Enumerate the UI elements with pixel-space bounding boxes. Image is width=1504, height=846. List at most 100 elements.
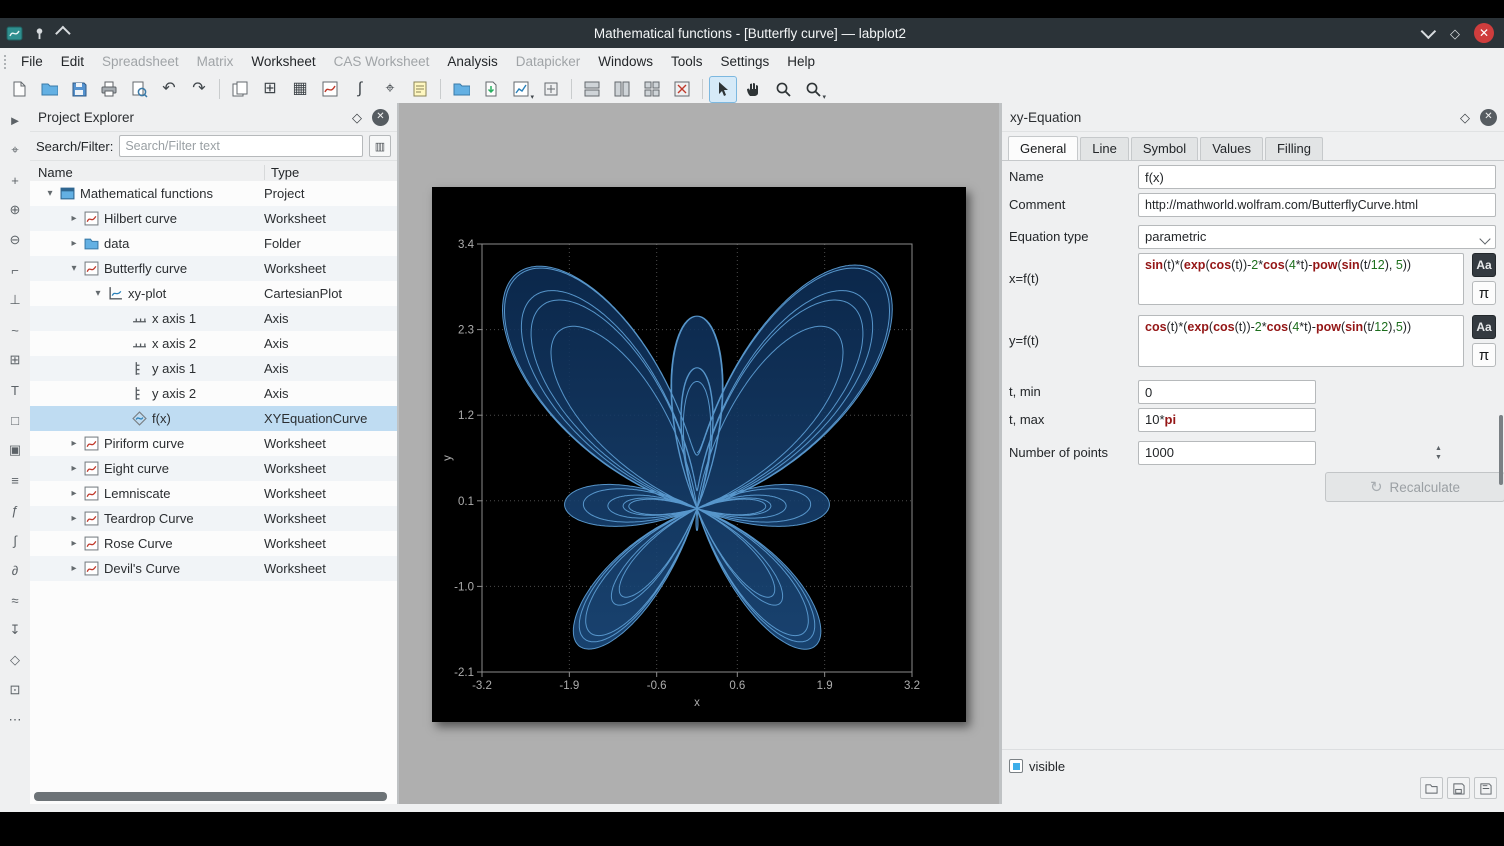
text-format-icon[interactable]: Aa (1472, 315, 1496, 339)
tab-values[interactable]: Values (1200, 137, 1263, 160)
matrix-tool-icon[interactable]: ⊡ (4, 679, 26, 701)
new-note-button[interactable] (406, 76, 434, 103)
name-field[interactable] (1138, 165, 1496, 189)
legend-tool-icon[interactable]: ≡ (4, 469, 26, 491)
layout-vertical-button[interactable] (608, 76, 636, 103)
save-as-template-icon[interactable] (1474, 777, 1497, 799)
diamond-tool-icon[interactable]: ◇ (4, 649, 26, 671)
menu-help[interactable]: Help (778, 49, 824, 75)
new-worksheet-button[interactable] (316, 76, 344, 103)
select-mode-button[interactable] (709, 76, 737, 103)
tree-row-butterfly-curve[interactable]: ▾Butterfly curveWorksheet (30, 256, 397, 281)
constants-icon[interactable]: π (1472, 281, 1496, 305)
new-plot-button[interactable]: ▾ (507, 76, 535, 103)
column-type[interactable]: Type (264, 165, 397, 180)
curve-tool-icon[interactable]: ~ (4, 319, 26, 341)
close-dock-icon[interactable]: ✕ (372, 109, 389, 126)
worksheet-view[interactable]: -3.2-1.9-0.60.61.93.23.42.31.20.1-1.0-2.… (399, 103, 999, 804)
expander-icon[interactable]: ▸ (68, 506, 80, 531)
spin-up-icon[interactable]: ▲ (1435, 445, 1442, 452)
butterfly-curve[interactable] (503, 265, 893, 649)
tree-row-data[interactable]: ▸dataFolder (30, 231, 397, 256)
print-button[interactable] (95, 76, 123, 103)
menu-windows[interactable]: Windows (589, 49, 662, 75)
tree-row-xy-plot[interactable]: ▾xy-plotCartesianPlot (30, 281, 397, 306)
tree-row-f-x-[interactable]: f(x)XYEquationCurve (30, 406, 397, 431)
horizontal-scrollbar[interactable] (34, 792, 387, 801)
column-name[interactable]: Name (30, 165, 264, 180)
function-tool-icon[interactable]: ƒ (4, 499, 26, 521)
filter-options-icon[interactable]: ▥ (369, 135, 391, 157)
expander-icon[interactable]: ▸ (68, 556, 80, 581)
search-input[interactable] (119, 135, 363, 157)
zoom-select-mode-button[interactable] (769, 76, 797, 103)
tab-symbol[interactable]: Symbol (1131, 137, 1198, 160)
tree-row-x-axis-2[interactable]: x axis 2Axis (30, 331, 397, 356)
new-spreadsheet-button[interactable]: ⊞ (256, 76, 284, 103)
y-equation-field[interactable]: cos(t)*(exp(cos(t))-2*cos(4*t)-pow(sin(t… (1138, 315, 1464, 367)
zoom-fit-page-button[interactable] (537, 76, 565, 103)
tree-row-devil-s-curve[interactable]: ▸Devil's CurveWorksheet (30, 556, 397, 581)
import-data-button[interactable] (477, 76, 505, 103)
equation-type-select[interactable]: parametric (1138, 225, 1496, 249)
menu-worksheet[interactable]: Worksheet (242, 49, 324, 75)
save-template-icon[interactable] (1447, 777, 1470, 799)
menu-settings[interactable]: Settings (712, 49, 779, 75)
new-document-button[interactable] (5, 76, 33, 103)
crosshair-tool-icon[interactable]: ⌖ (4, 139, 26, 161)
spin-down-icon[interactable]: ▼ (1435, 454, 1442, 461)
expander-icon[interactable]: ▾ (68, 256, 80, 281)
grid-tool-icon[interactable]: ⊞ (4, 349, 26, 371)
add-tool-icon[interactable]: + (4, 169, 26, 191)
tree-row-hilbert-curve[interactable]: ▸Hilbert curveWorksheet (30, 206, 397, 231)
layout-grid-button[interactable] (638, 76, 666, 103)
new-folder-button[interactable] (447, 76, 475, 103)
text-tool-icon[interactable]: T (4, 379, 26, 401)
load-template-icon[interactable] (1420, 777, 1443, 799)
pin-icon[interactable] (33, 27, 46, 40)
tree-row-teardrop-curve[interactable]: ▸Teardrop CurveWorksheet (30, 506, 397, 531)
shade-window-icon[interactable] (55, 25, 71, 41)
text-format-icon[interactable]: Aa (1472, 253, 1496, 277)
expander-icon[interactable]: ▸ (68, 481, 80, 506)
tree-row-eight-curve[interactable]: ▸Eight curveWorksheet (30, 456, 397, 481)
new-matrix-button[interactable]: ▦ (286, 76, 314, 103)
menu-analysis[interactable]: Analysis (438, 49, 506, 75)
plot-canvas[interactable]: -3.2-1.9-0.60.61.93.23.42.31.20.1-1.0-2.… (432, 187, 966, 722)
tree-row-piriform-curve[interactable]: ▸Piriform curveWorksheet (30, 431, 397, 456)
tree-row-mathematical-functions[interactable]: ▾Mathematical functionsProject (30, 181, 397, 206)
close-properties-icon[interactable]: ✕ (1480, 109, 1497, 126)
expander-icon[interactable]: ▾ (44, 181, 56, 206)
tree-row-y-axis-1[interactable]: y axis 1Axis (30, 356, 397, 381)
break-layout-button[interactable] (668, 76, 696, 103)
menu-tools[interactable]: Tools (662, 49, 712, 75)
open-document-button[interactable] (35, 76, 63, 103)
menu-edit[interactable]: Edit (52, 49, 93, 75)
comment-field[interactable] (1138, 193, 1496, 217)
baseline-tool-icon[interactable]: ⊥ (4, 289, 26, 311)
tree-row-x-axis-1[interactable]: x axis 1Axis (30, 306, 397, 331)
recalculate-button[interactable]: ↻ Recalculate (1325, 472, 1504, 502)
layout-horizontal-button[interactable] (578, 76, 606, 103)
derivative-tool-icon[interactable]: ∂ (4, 559, 26, 581)
menu-file[interactable]: File (12, 49, 52, 75)
undo-button[interactable]: ↶ (155, 76, 183, 103)
rect-tool-icon[interactable]: □ (4, 409, 26, 431)
integral-tool-icon[interactable]: ∫ (4, 529, 26, 551)
tmax-field[interactable]: 10*pi (1138, 408, 1316, 432)
visible-checkbox[interactable] (1009, 759, 1023, 773)
new-datapicker-button[interactable]: ⌖ (376, 76, 404, 103)
export-tool-icon[interactable]: ↧ (4, 619, 26, 641)
print-preview-button[interactable] (125, 76, 153, 103)
region-tool-icon[interactable]: ▣ (4, 439, 26, 461)
expander-icon[interactable]: ▸ (68, 431, 80, 456)
new-workbook-button[interactable] (226, 76, 254, 103)
minimize-icon[interactable] (1421, 23, 1437, 39)
tree-row-y-axis-2[interactable]: y axis 2Axis (30, 381, 397, 406)
tmin-field[interactable] (1138, 380, 1316, 404)
tree-row-rose-curve[interactable]: ▸Rose CurveWorksheet (30, 531, 397, 556)
magnification-button[interactable]: ▾ (799, 76, 827, 103)
redo-button[interactable]: ↷ (185, 76, 213, 103)
expander-icon[interactable]: ▸ (68, 531, 80, 556)
more-tool-icon[interactable]: ⋯ (4, 709, 26, 731)
